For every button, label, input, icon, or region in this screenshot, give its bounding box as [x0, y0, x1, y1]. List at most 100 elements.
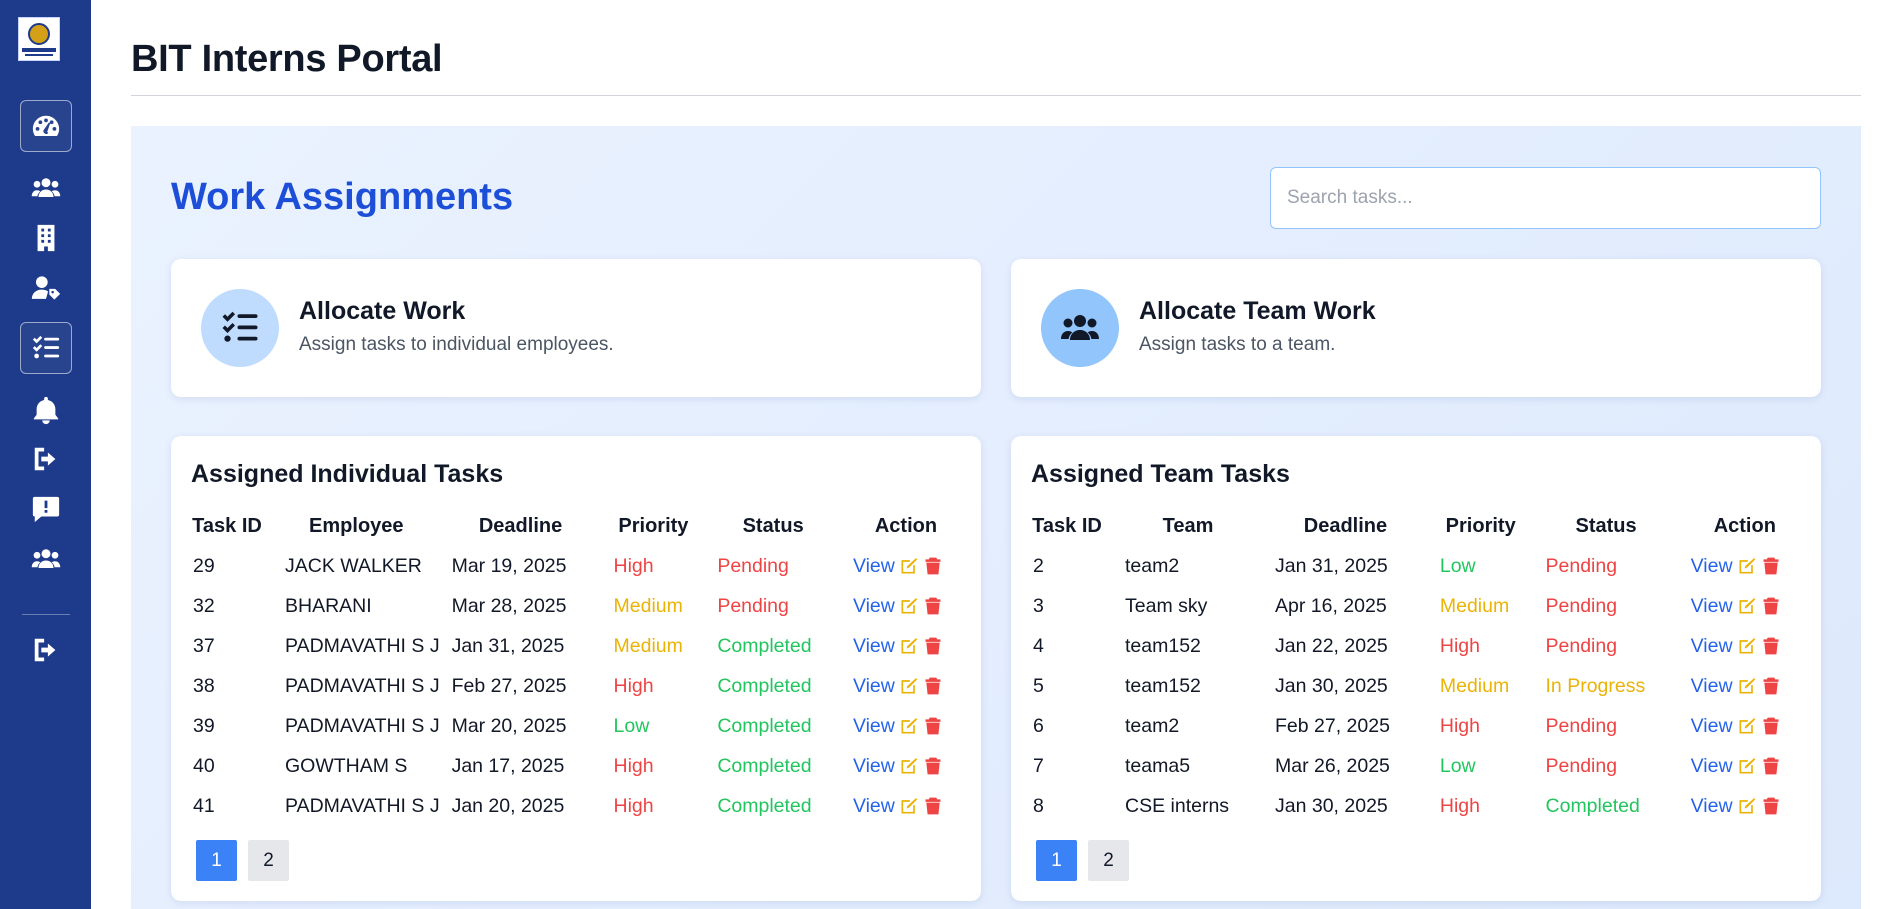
priority-cell: Low: [1439, 754, 1476, 777]
sidebar-item-notifications[interactable]: [0, 390, 91, 430]
view-link[interactable]: View: [853, 795, 895, 818]
status-cell: Pending: [1545, 594, 1618, 617]
edit-icon[interactable]: [1737, 596, 1757, 616]
page-button[interactable]: 2: [248, 840, 289, 881]
assignee-cell: BHARANI: [285, 594, 372, 617]
allocate-work-card[interactable]: Allocate Work Assign tasks to individual…: [171, 259, 981, 397]
trash-icon[interactable]: [1761, 676, 1781, 696]
view-link[interactable]: View: [1691, 795, 1733, 818]
table-row: 32 BHARANI Mar 28, 2025 Medium Pending View: [181, 586, 971, 626]
edit-icon[interactable]: [899, 756, 919, 776]
task-id-cell: 7: [1033, 754, 1044, 777]
status-cell: Pending: [717, 554, 789, 577]
sidebar-item-departments[interactable]: [0, 218, 91, 258]
team-users-icon: [1061, 315, 1099, 340]
search-input[interactable]: [1270, 167, 1821, 229]
status-cell: Pending: [1545, 554, 1618, 577]
trash-icon[interactable]: [923, 716, 943, 736]
column-header: Action: [874, 514, 938, 537]
sidebar-item-dashboard[interactable]: [0, 99, 91, 153]
edit-icon[interactable]: [1737, 636, 1757, 656]
view-link[interactable]: View: [853, 555, 895, 578]
edit-icon[interactable]: [899, 716, 919, 736]
assignee-cell: Team sky: [1125, 594, 1208, 617]
edit-icon[interactable]: [899, 676, 919, 696]
status-cell: Pending: [1545, 714, 1618, 737]
table-row: 2 team2 Jan 31, 2025 Low Pending View: [1021, 546, 1811, 586]
edit-icon[interactable]: [1737, 716, 1757, 736]
view-link[interactable]: View: [1691, 595, 1733, 618]
view-link[interactable]: View: [853, 755, 895, 778]
app-root: BIT Interns Portal Work Assignments Allo…: [0, 0, 1902, 909]
trash-icon[interactable]: [1761, 756, 1781, 776]
view-link[interactable]: View: [1691, 555, 1733, 578]
sign-out-icon: [34, 447, 55, 471]
deadline-cell: Jan 20, 2025: [451, 794, 565, 817]
trash-icon[interactable]: [923, 556, 943, 576]
trash-icon[interactable]: [923, 756, 943, 776]
column-header: Task ID: [1032, 514, 1102, 537]
priority-cell: Medium: [1439, 594, 1510, 617]
assignee-cell: CSE interns: [1125, 794, 1230, 817]
status-cell: Completed: [717, 714, 812, 737]
deadline-cell: Mar 28, 2025: [451, 594, 567, 617]
edit-icon[interactable]: [1737, 756, 1757, 776]
deadline-cell: Apr 16, 2025: [1275, 594, 1387, 617]
task-list-icon: [32, 335, 59, 359]
view-link[interactable]: View: [1691, 635, 1733, 658]
trash-icon[interactable]: [923, 636, 943, 656]
logout-icon: [34, 638, 55, 662]
institute-logo[interactable]: [18, 17, 60, 61]
page-button[interactable]: 2: [1088, 840, 1129, 881]
trash-icon[interactable]: [1761, 636, 1781, 656]
trash-icon[interactable]: [1761, 556, 1781, 576]
edit-icon[interactable]: [899, 796, 919, 816]
edit-icon[interactable]: [899, 636, 919, 656]
sidebar-item-teams[interactable]: [0, 539, 91, 579]
task-id-cell: 38: [193, 674, 215, 697]
view-link[interactable]: View: [1691, 715, 1733, 738]
logo-text-bar: [25, 53, 53, 56]
view-link[interactable]: View: [853, 675, 895, 698]
view-link[interactable]: View: [853, 635, 895, 658]
deadline-cell: Mar 19, 2025: [451, 554, 567, 577]
assignee-cell: teama5: [1125, 754, 1191, 777]
trash-icon[interactable]: [1761, 796, 1781, 816]
trash-icon[interactable]: [923, 796, 943, 816]
dashboard-gauge-icon: [32, 115, 59, 137]
edit-icon[interactable]: [1737, 796, 1757, 816]
logo-emblem: [28, 22, 50, 45]
assignee-cell: team152: [1125, 634, 1201, 657]
action-cell: View: [841, 786, 971, 826]
task-id-cell: 37: [193, 634, 215, 657]
trash-icon[interactable]: [923, 596, 943, 616]
deadline-cell: Jan 31, 2025: [451, 634, 565, 657]
sidebar-item-exit[interactable]: [0, 439, 91, 479]
action-cell: View: [841, 746, 971, 786]
sidebar-item-logout[interactable]: [0, 630, 91, 670]
edit-icon[interactable]: [899, 596, 919, 616]
column-header: Team: [1162, 514, 1214, 537]
allocate-team-work-card[interactable]: Allocate Team Work Assign tasks to a tea…: [1011, 259, 1821, 397]
edit-icon[interactable]: [1737, 676, 1757, 696]
sidebar-item-users[interactable]: [0, 168, 91, 208]
team-tasks-table: Task ID Team Deadline Priority Status Ac…: [1021, 506, 1811, 826]
edit-icon[interactable]: [899, 556, 919, 576]
view-link[interactable]: View: [853, 595, 895, 618]
view-link[interactable]: View: [1691, 675, 1733, 698]
priority-cell: High: [613, 794, 654, 817]
trash-icon[interactable]: [1761, 716, 1781, 736]
trash-icon[interactable]: [1761, 596, 1781, 616]
sidebar-item-work-assignments[interactable]: [0, 321, 91, 375]
view-link[interactable]: View: [1691, 755, 1733, 778]
column-header: Deadline: [1303, 514, 1388, 537]
individual-tasks-table: Task ID Employee Deadline Priority Statu…: [181, 506, 971, 826]
sidebar-item-feedback[interactable]: [0, 489, 91, 529]
sidebar-item-user-roles[interactable]: [0, 268, 91, 308]
priority-cell: Low: [1439, 554, 1476, 577]
edit-icon[interactable]: [1737, 556, 1757, 576]
trash-icon[interactable]: [923, 676, 943, 696]
page-button[interactable]: 1: [196, 840, 237, 881]
view-link[interactable]: View: [853, 715, 895, 738]
page-button[interactable]: 1: [1036, 840, 1077, 881]
